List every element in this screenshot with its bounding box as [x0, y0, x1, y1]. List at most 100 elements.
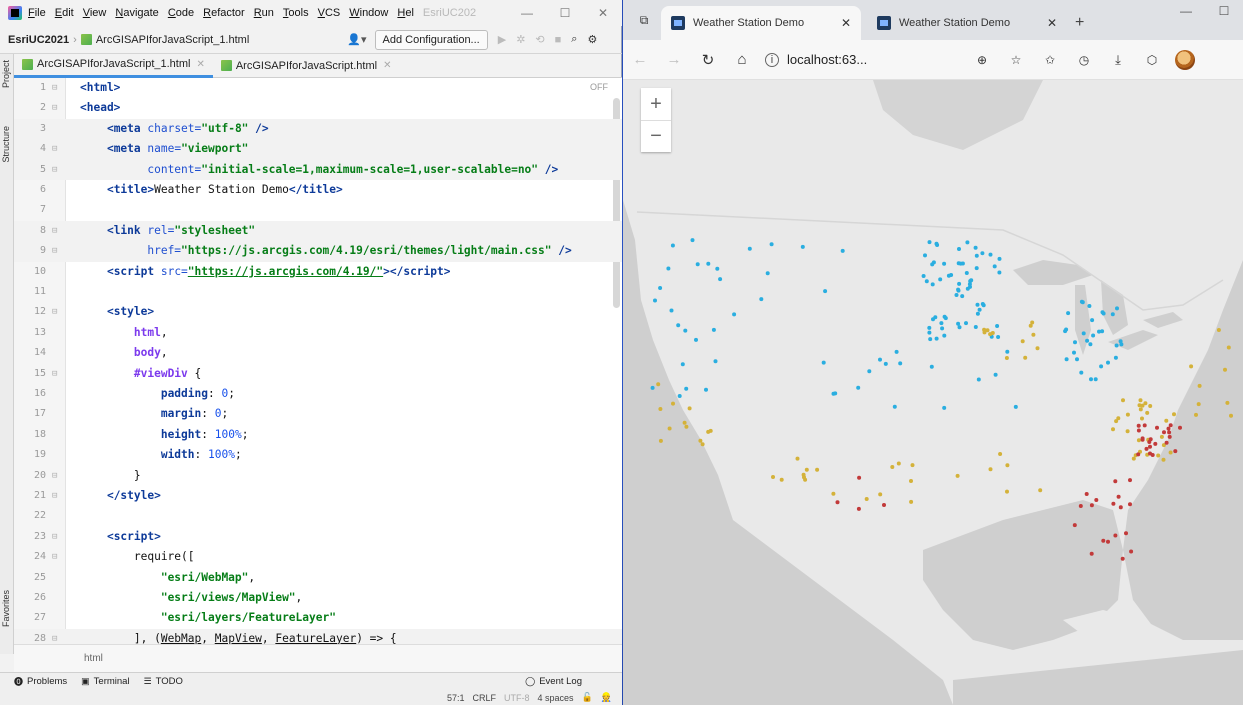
weather-station-marker[interactable] [992, 264, 997, 269]
user-icon[interactable]: 👤▾ [347, 33, 366, 46]
download-icon[interactable]: ⤓ [1101, 52, 1135, 68]
weather-station-marker[interactable] [1093, 377, 1098, 382]
weather-station-marker[interactable] [684, 424, 689, 429]
coverage-icon[interactable]: ⟲ [535, 33, 544, 46]
weather-station-marker[interactable] [988, 252, 993, 257]
weather-station-marker[interactable] [1136, 452, 1141, 457]
weather-station-marker[interactable] [896, 461, 901, 466]
weather-station-marker[interactable] [993, 372, 998, 377]
weather-station-marker[interactable] [921, 274, 926, 278]
weather-station-marker[interactable] [857, 475, 862, 480]
weather-station-marker[interactable] [964, 321, 968, 326]
weather-station-marker[interactable] [956, 287, 961, 292]
weather-station-marker[interactable] [957, 281, 962, 286]
weather-station-marker[interactable] [677, 394, 682, 398]
weather-station-marker[interactable] [1156, 453, 1161, 458]
weather-station-marker[interactable] [910, 463, 915, 468]
weather-station-marker[interactable] [969, 278, 974, 283]
weather-station-marker[interactable] [938, 277, 943, 282]
weather-station-marker[interactable] [1064, 357, 1069, 362]
weather-station-marker[interactable] [988, 467, 993, 472]
favorites-tool-label[interactable]: Favorites [1, 590, 11, 627]
weather-station-marker[interactable] [1020, 339, 1025, 344]
weather-station-marker[interactable] [1162, 430, 1166, 435]
weather-station-marker[interactable] [1028, 323, 1033, 328]
browser-tab-1[interactable]: Weather Station Demo ✕ [661, 6, 861, 40]
weather-station-marker[interactable] [927, 325, 932, 330]
weather-station-marker[interactable] [927, 240, 932, 245]
weather-station-marker[interactable] [1194, 412, 1198, 417]
weather-station-marker[interactable] [1148, 437, 1153, 442]
weather-station-marker[interactable] [965, 240, 970, 245]
run-icon[interactable]: ▶ [498, 33, 506, 46]
weather-station-marker[interactable] [975, 311, 980, 316]
weather-station-marker[interactable] [815, 467, 820, 472]
weather-station-marker[interactable] [1115, 306, 1119, 311]
weather-station-marker[interactable] [957, 247, 961, 251]
tab-file-2[interactable]: ArcGISAPIforJavaScript.html ✕ [213, 54, 400, 78]
weather-station-marker[interactable] [924, 279, 929, 284]
weather-station-marker[interactable] [1113, 479, 1118, 484]
stop-icon[interactable]: ■ [555, 34, 562, 46]
file-crumb[interactable]: ArcGISAPIforJavaScript_1.html [96, 34, 249, 46]
weather-station-marker[interactable] [1080, 300, 1085, 305]
weather-station-marker[interactable] [800, 244, 805, 249]
weather-station-marker[interactable] [711, 327, 716, 332]
zoom-out-button[interactable]: − [641, 120, 671, 152]
weather-station-marker[interactable] [942, 405, 947, 410]
weather-station-marker[interactable] [666, 266, 671, 271]
weather-station-marker[interactable] [1124, 531, 1128, 536]
weather-station-marker[interactable] [998, 452, 1003, 456]
weather-station-marker[interactable] [883, 361, 888, 366]
weather-station-marker[interactable] [680, 362, 685, 367]
weather-station-marker[interactable] [939, 321, 944, 326]
weather-station-marker[interactable] [1072, 523, 1077, 528]
weather-station-marker[interactable] [658, 407, 663, 411]
favorite-add-icon[interactable]: ☆ [999, 53, 1033, 67]
weather-station-marker[interactable] [708, 428, 713, 433]
weather-station-marker[interactable] [1023, 355, 1028, 360]
weather-station-marker[interactable] [1005, 489, 1009, 494]
weather-station-marker[interactable] [1229, 413, 1233, 418]
weather-station-marker[interactable] [923, 253, 927, 258]
weather-station-marker[interactable] [975, 302, 980, 307]
weather-station-marker[interactable] [1121, 398, 1125, 403]
info-icon[interactable]: i [765, 52, 779, 67]
weather-station-marker[interactable] [1063, 329, 1068, 334]
menu-refactor[interactable]: Refactor [203, 7, 245, 19]
tab-file-1[interactable]: ArcGISAPIforJavaScript_1.html ✕ [14, 54, 213, 78]
weather-station-marker[interactable] [1131, 456, 1136, 461]
weather-station-marker[interactable] [1118, 339, 1123, 344]
weather-station-marker[interactable] [1084, 492, 1089, 496]
weather-station-marker[interactable] [980, 251, 985, 256]
favorites-icon[interactable]: ✩ [1033, 53, 1067, 67]
weather-station-marker[interactable] [1159, 434, 1164, 439]
weather-station-marker[interactable] [1138, 398, 1143, 403]
weather-station-marker[interactable] [894, 349, 899, 354]
close-icon[interactable]: ✕ [383, 60, 391, 71]
weather-station-marker[interactable] [1225, 400, 1230, 405]
weather-station-marker[interactable] [968, 284, 972, 289]
weather-station-marker[interactable] [1094, 498, 1099, 502]
weather-station-marker[interactable] [1120, 556, 1125, 561]
weather-station-marker[interactable] [1155, 425, 1159, 430]
menu-vcs[interactable]: VCS [318, 7, 341, 19]
weather-station-marker[interactable] [1078, 504, 1083, 508]
weather-station-marker[interactable] [684, 386, 689, 391]
menu-help[interactable]: Hel [397, 7, 414, 19]
zoom-in-button[interactable]: + [641, 88, 671, 120]
weather-station-marker[interactable] [840, 248, 845, 253]
weather-station-marker[interactable] [931, 260, 936, 265]
weather-station-marker[interactable] [658, 438, 663, 443]
weather-station-marker[interactable] [934, 336, 939, 341]
weather-station-marker[interactable] [1153, 441, 1158, 446]
weather-station-marker[interactable] [1075, 357, 1079, 362]
weather-station-marker[interactable] [890, 465, 895, 469]
weather-station-marker[interactable] [1101, 538, 1106, 543]
weather-station-marker[interactable] [1116, 494, 1121, 499]
weather-station-marker[interactable] [1168, 450, 1173, 455]
caret-position[interactable]: 57:1 [447, 693, 465, 703]
weather-station-marker[interactable] [909, 499, 914, 504]
weather-station-marker[interactable] [1005, 463, 1010, 468]
weather-station-marker[interactable] [946, 273, 951, 278]
